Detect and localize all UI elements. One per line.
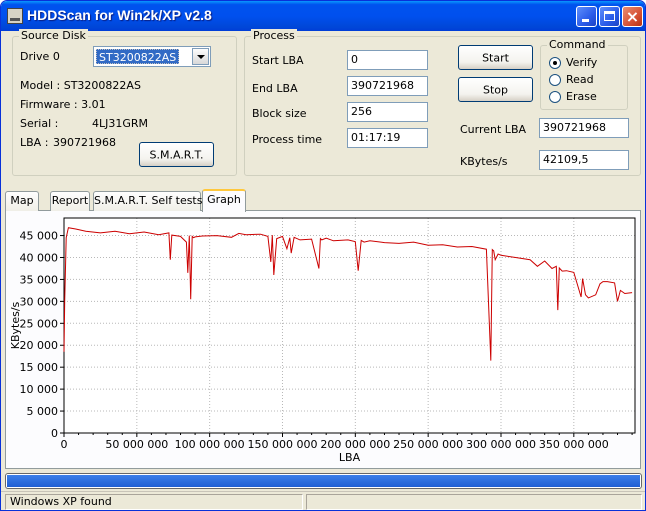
y-tick-label: 5 000 [27, 405, 59, 418]
x-tick-label: 0 [61, 438, 68, 451]
y-tick-label: 40 000 [20, 251, 59, 264]
drive-select-value: ST3200822AS [96, 49, 180, 64]
tab-map[interactable]: Map [5, 191, 39, 211]
y-tick-label: 10 000 [20, 383, 59, 396]
stop-button-label: Stop [482, 83, 508, 96]
app-window: HDDScan for Win2k/XP v2.8 × Source Disk … [0, 0, 646, 511]
y-tick-label: 15 000 [20, 361, 59, 374]
source-disk-legend: Source Disk [19, 29, 88, 42]
progress-bar [5, 473, 642, 489]
hdd-app-icon [7, 8, 23, 24]
kbytes-label: KBytes/s [460, 155, 508, 168]
read-label[interactable]: Read [566, 73, 594, 86]
status-cell-empty [306, 494, 642, 510]
status-text: Windows XP found [5, 494, 303, 510]
speed-graph: 0 5 000 10 000 15 000 20 000 25 000 30 000 35 0… [9, 217, 636, 464]
chevron-down-icon[interactable] [192, 48, 209, 65]
x-tick-label: 100 000 000 [175, 438, 245, 451]
window-title: HDDScan for Win2k/XP v2.8 [27, 7, 212, 23]
y-tick-label: 35 000 [20, 273, 59, 286]
status-bar: Windows XP found [1, 491, 645, 510]
x-tick-label: 250 000 000 [393, 438, 463, 451]
serial-label: Serial : [20, 117, 59, 130]
erase-label[interactable]: Erase [566, 90, 597, 103]
y-tick-label: 45 000 [20, 230, 59, 243]
block-size-label: Block size [252, 107, 307, 120]
current-lba-label: Current LBA [460, 123, 527, 136]
y-tick-label: 30 000 [20, 295, 59, 308]
verify-radio[interactable] [549, 57, 561, 69]
process-legend: Process [251, 29, 297, 42]
x-tick-label: 350 000 000 [539, 438, 609, 451]
kbytes-field: 42109,5 [539, 150, 629, 170]
tab-report[interactable]: Report [50, 191, 90, 211]
start-button-label: Start [482, 51, 509, 64]
end-lba-label: End LBA [252, 82, 298, 95]
current-lba-field: 390721968 [539, 118, 629, 138]
drive-label: Drive 0 [20, 50, 60, 63]
minimize-icon [582, 19, 589, 22]
block-size-input[interactable]: 256 [347, 102, 428, 122]
start-button[interactable]: Start [458, 45, 533, 70]
x-tick-label: 300 000 000 [466, 438, 536, 451]
start-lba-input[interactable]: 0 [347, 50, 428, 70]
model-text: Model : ST3200822AS [20, 79, 141, 92]
close-button[interactable]: × [622, 6, 643, 27]
y-tick-label: 0 [51, 427, 58, 440]
firmware-text: Firmware : 3.01 [20, 98, 106, 111]
drive-select[interactable]: ST3200822AS [93, 46, 211, 67]
lba-value: 390721968 [53, 136, 116, 149]
smart-button[interactable]: S.M.A.R.T. [139, 142, 214, 167]
y-tick-label: 20 000 [20, 339, 59, 352]
progress-fill [7, 475, 640, 487]
erase-radio[interactable] [549, 91, 561, 103]
minimize-button[interactable] [576, 6, 597, 27]
lba-label: LBA : [20, 136, 49, 149]
graph-tab-panel: 0 5 000 10 000 15 000 20 000 25 000 30 000 35 0… [5, 210, 641, 469]
verify-label[interactable]: Verify [566, 56, 597, 69]
end-lba-input[interactable]: 390721968 [347, 76, 428, 96]
start-lba-label: Start LBA [252, 54, 304, 67]
maximize-icon [604, 11, 615, 21]
process-time-field: 01:17:19 [347, 128, 428, 148]
y-axis-label: KBytes/s [9, 301, 22, 349]
serial-value: 4LJ31GRM [92, 117, 149, 130]
y-tick-label: 25 000 [20, 317, 59, 330]
x-tick-label: 200 000 000 [320, 438, 390, 451]
tab-graph[interactable]: Graph [202, 189, 246, 212]
title-bar[interactable]: HDDScan for Win2k/XP v2.8 × [1, 1, 645, 31]
tab-smart-self-tests[interactable]: S.M.A.R.T. Self tests [93, 191, 202, 211]
smart-button-label: S.M.A.R.T. [149, 148, 204, 161]
process-time-label: Process time [252, 133, 323, 146]
read-radio[interactable] [549, 74, 561, 86]
x-axis-label: LBA [339, 451, 361, 464]
plot-area [64, 218, 635, 433]
maximize-button[interactable] [599, 6, 620, 27]
x-tick-label: 50 000 000 [105, 438, 168, 451]
command-legend: Command [547, 38, 608, 51]
stop-button[interactable]: Stop [458, 77, 533, 102]
close-icon: × [625, 7, 640, 26]
x-tick-label: 150 000 000 [248, 438, 318, 451]
